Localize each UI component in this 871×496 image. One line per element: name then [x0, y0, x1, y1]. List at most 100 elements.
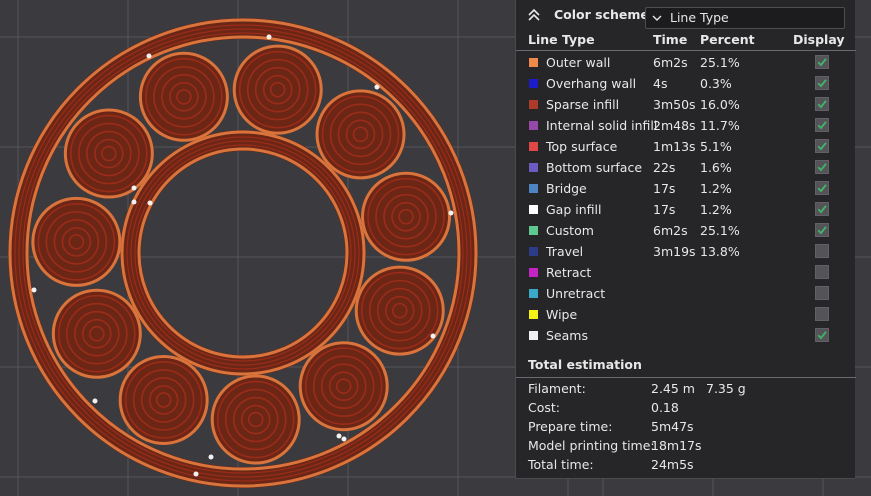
checkmark-icon: [817, 58, 827, 67]
display-checkbox[interactable]: [815, 202, 829, 216]
estimation-label: Cost:: [528, 400, 561, 415]
display-checkbox[interactable]: [815, 307, 829, 321]
checkmark-icon: [817, 331, 827, 340]
outer-wall-line: [137, 147, 349, 359]
color-swatch: [529, 247, 538, 256]
line-type-row: Travel 3m19s 13.8%: [516, 241, 856, 262]
display-checkbox[interactable]: [815, 118, 829, 132]
seam-marker: [193, 471, 199, 477]
seam-marker: [448, 210, 454, 216]
line-type-row: Wipe: [516, 304, 856, 325]
line-type-row: Top surface 1m13s 5.1%: [516, 136, 856, 157]
estimation-value: 18m17s: [651, 438, 702, 453]
collapse-chevron-icon[interactable]: [526, 8, 542, 22]
line-type-percent: 0.3%: [700, 76, 732, 91]
seam-marker: [430, 333, 436, 339]
line-type-row: Bridge 17s 1.2%: [516, 178, 856, 199]
color-swatch: [529, 58, 538, 67]
estimation-divider: [516, 377, 856, 378]
line-type-row: Overhang wall 4s 0.3%: [516, 73, 856, 94]
display-checkbox[interactable]: [815, 244, 829, 258]
ball: [138, 51, 229, 142]
color-swatch: [529, 79, 538, 88]
ball: [31, 196, 122, 287]
ball: [315, 89, 406, 180]
line-type-time: 17s: [653, 202, 676, 217]
color-swatch: [529, 310, 538, 319]
line-type-name: Internal solid infill: [546, 118, 658, 133]
display-checkbox[interactable]: [815, 160, 829, 174]
column-header-display: Display: [793, 32, 845, 47]
ball: [354, 265, 445, 356]
line-type-percent: 25.1%: [700, 223, 740, 238]
seam-marker: [31, 287, 37, 293]
seam-marker: [341, 436, 347, 442]
column-header-time: Time: [653, 32, 688, 47]
line-type-percent: 25.1%: [700, 55, 740, 70]
checkmark-icon: [817, 121, 827, 130]
line-type-row: Retract: [516, 262, 856, 283]
display-checkbox[interactable]: [815, 76, 829, 90]
line-type-time: 2m48s: [653, 118, 696, 133]
ball: [63, 108, 154, 199]
estimation-label: Filament:: [528, 381, 586, 396]
color-swatch: [529, 121, 538, 130]
display-checkbox[interactable]: [815, 265, 829, 279]
color-swatch: [529, 163, 538, 172]
display-checkbox[interactable]: [815, 223, 829, 237]
seam-marker: [131, 199, 137, 205]
display-checkbox[interactable]: [815, 286, 829, 300]
line-type-name: Travel: [546, 244, 584, 259]
total-estimation-title: Total estimation: [528, 357, 642, 372]
color-swatch: [529, 184, 538, 193]
legend-panel: Color scheme Line Type Line Type Time Pe…: [515, 0, 856, 479]
ring-band: [120, 130, 366, 376]
seam-marker: [147, 200, 153, 206]
display-checkbox[interactable]: [815, 55, 829, 69]
line-type-row: Bottom surface 22s 1.6%: [516, 157, 856, 178]
estimation-row: Prepare time: 5m47s: [516, 417, 856, 436]
checkmark-icon: [817, 205, 827, 214]
color-scheme-dropdown[interactable]: Line Type: [645, 7, 845, 29]
line-type-time: 17s: [653, 181, 676, 196]
line-type-row: Seams: [516, 325, 856, 346]
toolpath-model: [8, 18, 478, 488]
estimation-label: Model printing time:: [528, 438, 655, 453]
line-type-percent: 5.1%: [700, 139, 732, 154]
line-type-percent: 13.8%: [700, 244, 740, 259]
display-checkbox[interactable]: [815, 97, 829, 111]
color-scheme-value: Line Type: [670, 10, 729, 25]
estimation-row: Model printing time: 18m17s: [516, 436, 856, 455]
column-header-percent: Percent: [700, 32, 755, 47]
line-type-time: 6m2s: [653, 55, 688, 70]
line-type-row: Internal solid infill 2m48s 11.7%: [516, 115, 856, 136]
line-type-row: Gap infill 17s 1.2%: [516, 199, 856, 220]
column-header-line-type: Line Type: [528, 32, 595, 47]
estimation-row: Total time: 24m5s: [516, 455, 856, 474]
header-divider: [516, 50, 856, 51]
estimation-row: Filament: 2.45 m 7.35 g: [516, 379, 856, 398]
color-swatch: [529, 205, 538, 214]
line-type-name: Bridge: [546, 181, 587, 196]
ball: [210, 374, 301, 465]
line-type-row: Unretract: [516, 283, 856, 304]
display-checkbox[interactable]: [815, 139, 829, 153]
line-type-percent: 16.0%: [700, 97, 740, 112]
display-checkbox[interactable]: [815, 328, 829, 342]
line-type-name: Retract: [546, 265, 592, 280]
line-type-time: 3m50s: [653, 97, 696, 112]
color-scheme-label: Color scheme: [554, 7, 649, 22]
line-type-time: 3m19s: [653, 244, 696, 259]
seam-marker: [131, 185, 137, 191]
line-type-name: Seams: [546, 328, 588, 343]
ball: [298, 341, 389, 432]
line-type-name: Sparse infill: [546, 97, 620, 112]
checkmark-icon: [817, 79, 827, 88]
line-type-name: Bottom surface: [546, 160, 643, 175]
seam-marker: [92, 398, 98, 404]
line-type-row: Sparse infill 3m50s 16.0%: [516, 94, 856, 115]
color-swatch: [529, 226, 538, 235]
estimation-label: Prepare time:: [528, 419, 613, 434]
display-checkbox[interactable]: [815, 181, 829, 195]
line-type-percent: 1.2%: [700, 202, 732, 217]
